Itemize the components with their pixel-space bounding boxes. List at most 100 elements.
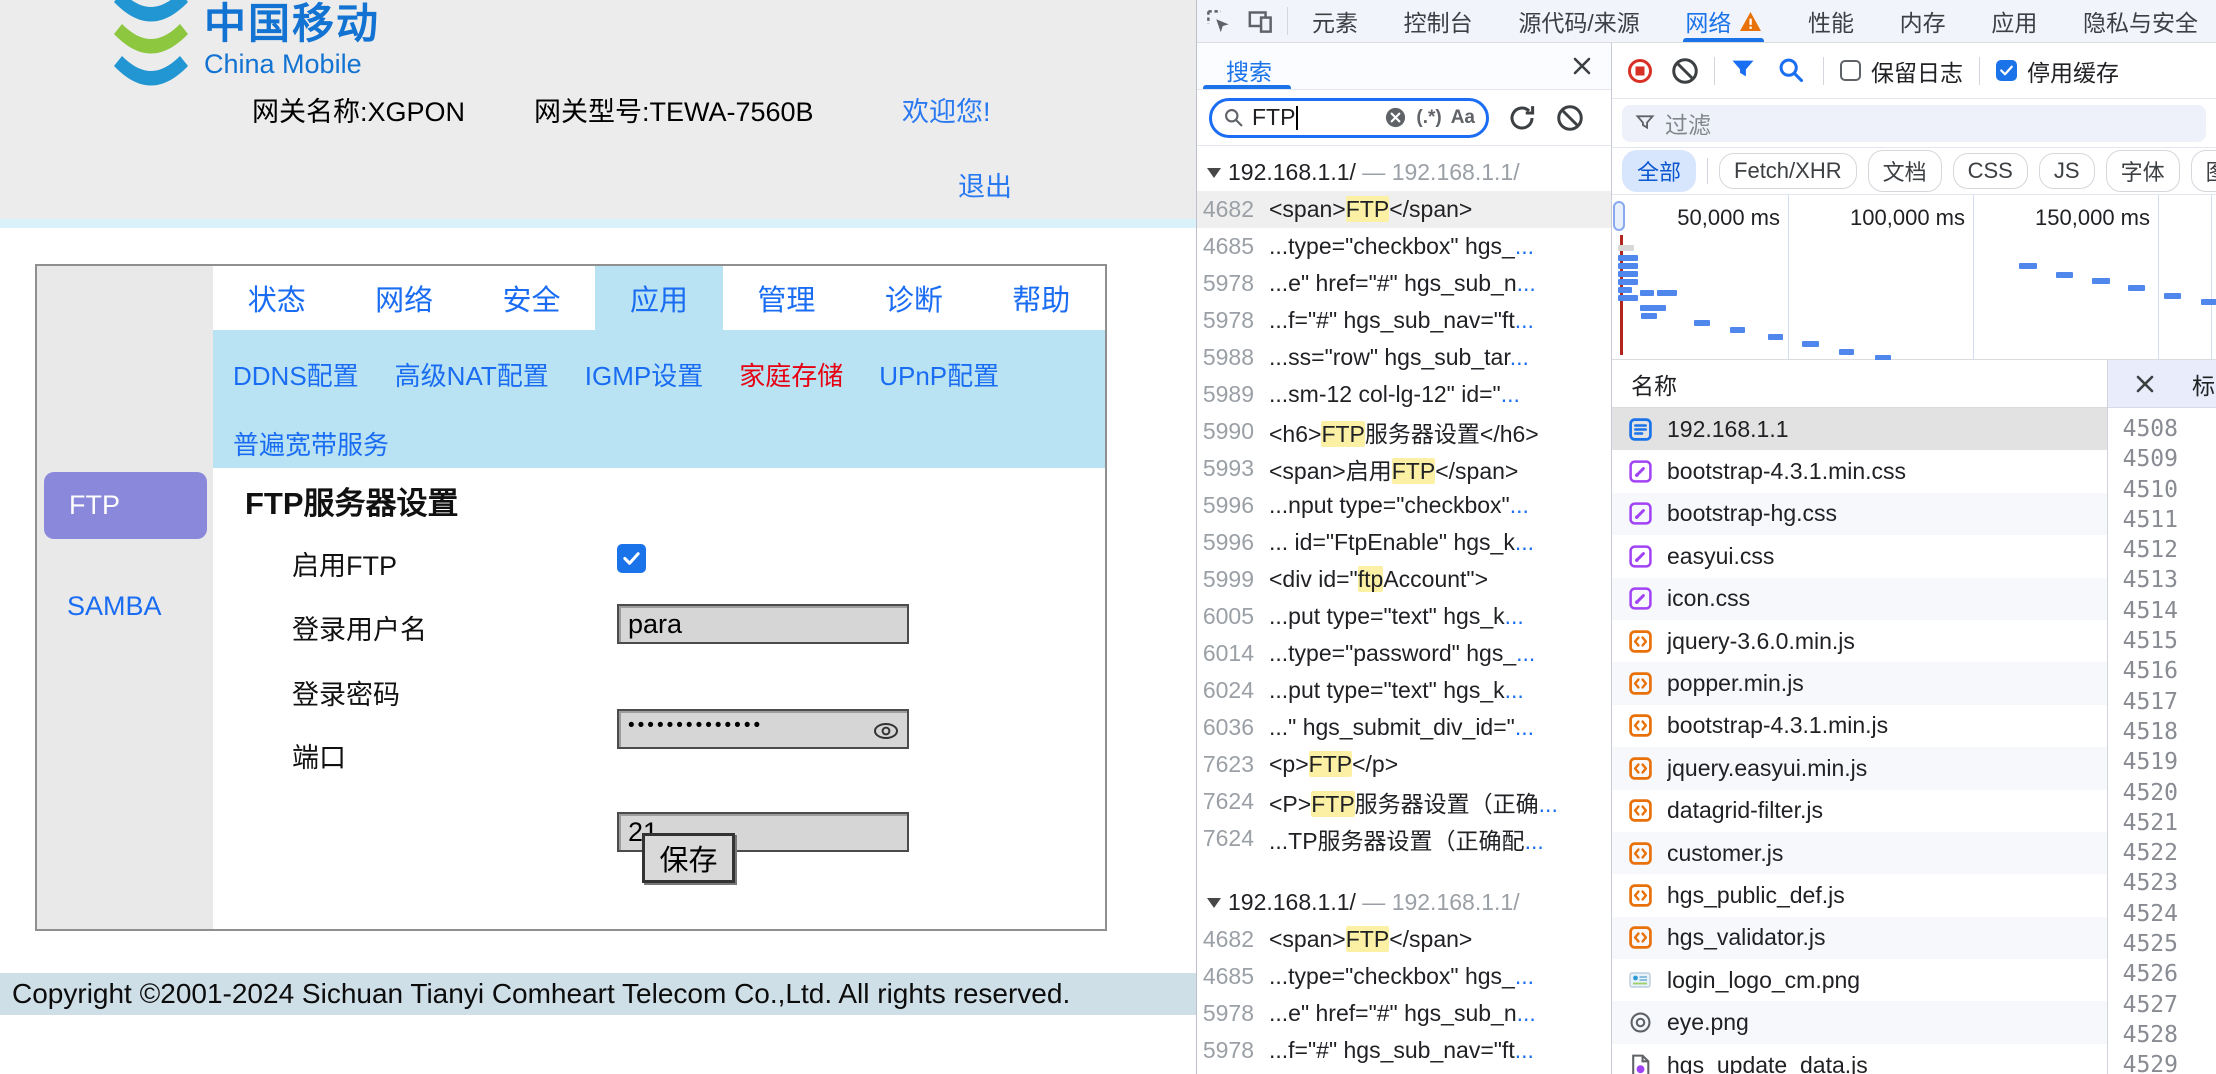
tab-状态[interactable]: 状态	[213, 266, 340, 330]
search-result-row[interactable]: 5978 ...f="#" hgs_sub_nav="ft...	[1197, 302, 1611, 339]
clear-results-icon[interactable]	[1555, 103, 1585, 133]
network-filter-input[interactable]: 过滤	[1622, 104, 2206, 142]
tab-网络[interactable]: 网络	[340, 266, 467, 330]
preserve-log-checkbox[interactable]	[1840, 60, 1861, 81]
request-row[interactable]: customer.js	[1612, 831, 2107, 875]
filter-funnel-icon[interactable]	[1729, 56, 1759, 86]
devtools-tab-源代码/来源[interactable]: 源代码/来源	[1508, 0, 1649, 42]
request-row[interactable]: login_logo_cm.png	[1612, 959, 2107, 1001]
filter-chip-字体[interactable]: 字体	[2105, 150, 2180, 192]
devtools-tab-控制台[interactable]: 控制台	[1394, 0, 1483, 42]
subtab-UPnP配置[interactable]: UPnP配置	[879, 356, 999, 393]
search-result-row[interactable]: 5978 ...e" href="#" hgs_sub_n...	[1197, 265, 1611, 302]
search-group-header[interactable]: 192.168.1.1/ — 192.168.1.1/	[1197, 884, 1611, 921]
filter-chip-全部[interactable]: 全部	[1622, 150, 1697, 192]
request-row[interactable]: icon.css	[1612, 577, 2107, 620]
source-line-number: 4529	[2122, 1052, 2178, 1074]
logout-link[interactable]: 退出	[958, 165, 1012, 204]
request-row[interactable]: eye.png	[1612, 1001, 2107, 1044]
search-result-row[interactable]: 5996 ... id="FtpEnable" hgs_k...	[1197, 524, 1611, 561]
search-result-row[interactable]: 5988...ss="row" hgs_sub_tar...	[1197, 1069, 1611, 1074]
tab-诊断[interactable]: 诊断	[850, 266, 977, 330]
search-tab[interactable]: 搜索	[1226, 53, 1272, 87]
request-row[interactable]: datagrid-filter.js	[1612, 790, 2107, 832]
devtools-tab-性能[interactable]: 性能	[1798, 0, 1864, 42]
headers-tab[interactable]: 标	[2192, 367, 2215, 401]
search-result-row[interactable]: 6014 ...type="password" hgs_...	[1197, 635, 1611, 672]
enable-ftp-checkbox[interactable]	[617, 544, 646, 573]
search-result-row[interactable]: 4685 ...type="checkbox" hgs_...	[1197, 958, 1611, 995]
request-row[interactable]: jquery-3.6.0.min.js	[1612, 620, 2107, 662]
search-result-row[interactable]: 5996 ...nput type="checkbox"...	[1197, 487, 1611, 524]
search-result-row[interactable]: 4682 <span>FTP</span>	[1197, 921, 1611, 958]
subtab-IGMP设置[interactable]: IGMP设置	[585, 356, 703, 393]
request-row[interactable]: 192.168.1.1	[1612, 408, 2107, 451]
search-result-row[interactable]: 6024 ...put type="text" hgs_k...	[1197, 672, 1611, 709]
devtools-tab-应用[interactable]: 应用	[1981, 0, 2047, 42]
search-result-row[interactable]: 5978 ...e" href="#" hgs_sub_n...	[1197, 995, 1611, 1032]
devtools-tab-网络[interactable]: 网络	[1675, 0, 1772, 42]
save-button[interactable]: 保存	[642, 833, 735, 883]
disable-cache-checkbox[interactable]	[1996, 60, 2017, 81]
search-result-row[interactable]: 7624 ...TP服务器设置（正确配...	[1197, 820, 1611, 857]
tab-安全[interactable]: 安全	[468, 266, 595, 330]
request-row[interactable]: bootstrap-4.3.1.min.css	[1612, 450, 2107, 492]
search-result-row[interactable]: 5990 <h6>FTP服务器设置</h6>	[1197, 413, 1611, 450]
devtools-tab-内存[interactable]: 内存	[1890, 0, 1956, 42]
sidebar-item-samba[interactable]: SAMBA	[67, 591, 162, 622]
devtools-tab-元素[interactable]: 元素	[1302, 0, 1368, 42]
device-toolbar-icon[interactable]	[1239, 3, 1281, 39]
search-result-row[interactable]: 4682 <span>FTP</span>	[1197, 191, 1611, 228]
search-result-row[interactable]: 4685 ...type="checkbox" hgs_...	[1197, 228, 1611, 265]
name-column-header[interactable]: 名称	[1612, 360, 2107, 408]
refresh-icon[interactable]	[1507, 103, 1537, 133]
record-icon[interactable]	[1628, 58, 1652, 83]
tab-应用[interactable]: 应用	[595, 266, 723, 330]
clear-network-log-icon[interactable]	[1670, 56, 1700, 86]
search-close-icon[interactable]	[1569, 53, 1595, 79]
tab-帮助[interactable]: 帮助	[978, 266, 1105, 330]
filter-chip-文档[interactable]: 文档	[1867, 150, 1942, 192]
network-overview-timeline[interactable]: 50,000 ms 100,000 ms 150,000 ms	[1612, 195, 2216, 376]
search-result-row[interactable]: 6005 ...put type="text" hgs_k...	[1197, 598, 1611, 635]
filter-chip-CSS[interactable]: CSS	[1952, 153, 2028, 189]
request-row[interactable]: bootstrap-hg.css	[1612, 492, 2107, 536]
search-result-row[interactable]: 5999 <div id="ftpAccount">	[1197, 561, 1611, 598]
search-result-row[interactable]: 5978 ...f="#" hgs_sub_nav="ft...	[1197, 1032, 1611, 1069]
filter-chip-图片[interactable]: 图片	[2190, 150, 2216, 192]
search-result-row[interactable]: 7623 <p>FTP</p>	[1197, 746, 1611, 783]
search-result-row[interactable]: 6036 ..." hgs_submit_div_id="...	[1197, 709, 1611, 746]
search-result-row[interactable]: 5993 <span>启用FTP</span>	[1197, 450, 1611, 487]
search-result-row[interactable]: 7624 <P>FTP服务器设置（正确...	[1197, 783, 1611, 820]
match-case-toggle[interactable]: Aa	[1451, 107, 1475, 129]
search-result-row[interactable]: 5989 ...sm-12 col-lg-12" id="...	[1197, 376, 1611, 413]
request-row[interactable]: jquery.easyui.min.js	[1612, 747, 2107, 790]
password-field[interactable]: ••••••••••••••	[617, 709, 909, 749]
inspect-element-icon[interactable]	[1197, 3, 1239, 39]
network-search-icon[interactable]	[1777, 56, 1807, 86]
search-group-header[interactable]: 192.168.1.1/ — 192.168.1.1/	[1197, 154, 1611, 191]
filter-chip-JS[interactable]: JS	[2038, 153, 2095, 189]
username-field[interactable]: para	[617, 604, 909, 644]
devtools-tab-隐私与安全[interactable]: 隐私与安全	[2073, 0, 2208, 42]
eye-icon[interactable]	[873, 718, 899, 744]
clear-query-icon[interactable]	[1384, 106, 1407, 129]
request-row[interactable]: hgs_update_data.js	[1612, 1044, 2107, 1074]
search-input[interactable]: FTP (.*) Aa	[1209, 97, 1489, 138]
request-row[interactable]: hgs_public_def.js	[1612, 874, 2107, 916]
request-row[interactable]: bootstrap-4.3.1.min.js	[1612, 705, 2107, 747]
overview-grip[interactable]	[1613, 201, 1625, 231]
subtab-高级NAT配置[interactable]: 高级NAT配置	[395, 356, 549, 393]
sidebar-item-ftp[interactable]: FTP	[44, 472, 207, 539]
filter-chip-Fetch/XHR[interactable]: Fetch/XHR	[1719, 153, 1857, 189]
subtab-DDNS配置[interactable]: DDNS配置	[233, 356, 359, 393]
subtab-普遍宽带服务[interactable]: 普遍宽带服务	[233, 425, 389, 462]
request-row[interactable]: easyui.css	[1612, 535, 2107, 577]
search-result-row[interactable]: 5988...ss="row" hgs_sub_tar...	[1197, 339, 1611, 376]
request-row[interactable]: hgs_validator.js	[1612, 916, 2107, 960]
close-preview-icon[interactable]	[2132, 371, 2158, 397]
tab-管理[interactable]: 管理	[723, 266, 850, 330]
request-row[interactable]: popper.min.js	[1612, 662, 2107, 705]
regex-toggle[interactable]: (.*)	[1416, 107, 1441, 129]
subtab-家庭存储[interactable]: 家庭存储	[739, 356, 843, 393]
